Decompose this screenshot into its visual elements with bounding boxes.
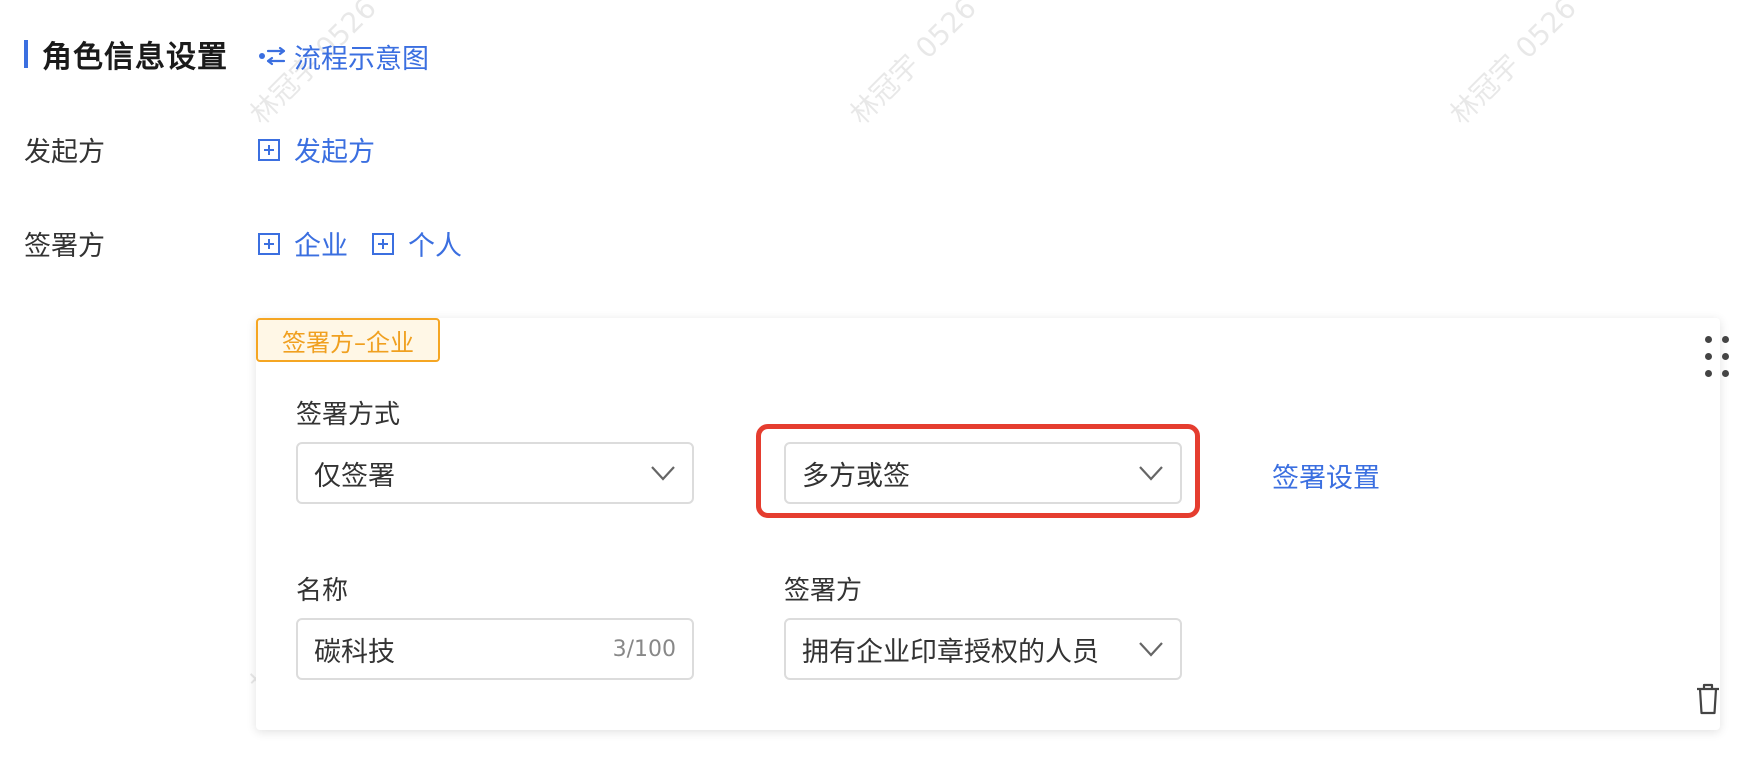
flow-link-label: 流程示意图 [294,43,429,75]
watermark: 林冠宇 0526 [843,0,983,131]
multi-sign-value: 多方或签 [802,460,910,492]
chevron-down-icon [1139,642,1163,657]
signer-label: 签署方 [24,231,105,262]
add-personal-label: 个人 [408,231,462,262]
add-enterprise-signer-button[interactable]: 企业 [258,224,348,263]
trash-icon[interactable] [1694,682,1722,716]
add-personal-signer-button[interactable]: 个人 [372,224,462,263]
sign-settings-link[interactable]: 签署设置 [1272,456,1380,495]
plus-square-icon [372,232,394,255]
initiator-label: 发起方 [24,137,105,168]
signer-party-value: 拥有企业印章授权的人员 [802,636,1099,668]
name-label: 名称 [296,576,349,606]
char-count: 3/100 [612,636,676,662]
multi-sign-select[interactable]: 多方或签 [784,442,1182,504]
name-value: 碳科技 [314,636,395,668]
sign-method-value: 仅签署 [314,460,395,492]
plus-square-icon [258,232,280,255]
signer-party-label: 签署方 [784,576,863,606]
plus-square-icon [258,138,280,161]
add-initiator-label: 发起方 [294,137,375,168]
signer-type-tag: 签署方–企业 [256,318,440,362]
signer-party-select[interactable]: 拥有企业印章授权的人员 [784,618,1182,680]
add-enterprise-label: 企业 [294,231,348,262]
add-initiator-button[interactable]: 发起方 [258,130,375,169]
name-input[interactable]: 碳科技 3/100 [296,618,694,680]
chevron-down-icon [651,466,675,481]
sign-method-select[interactable]: 仅签署 [296,442,694,504]
section-title: 角色信息设置 [42,40,228,75]
section-accent-bar [24,40,28,68]
flow-diagram-link[interactable]: 流程示意图 [258,36,429,76]
watermark: 林冠宇 0526 [1443,0,1583,131]
flow-icon [259,46,286,66]
drag-handle-icon[interactable] [1704,336,1732,378]
sign-method-label: 签署方式 [296,400,401,430]
chevron-down-icon [1139,466,1163,481]
section-header: 角色信息设置 [24,34,228,75]
